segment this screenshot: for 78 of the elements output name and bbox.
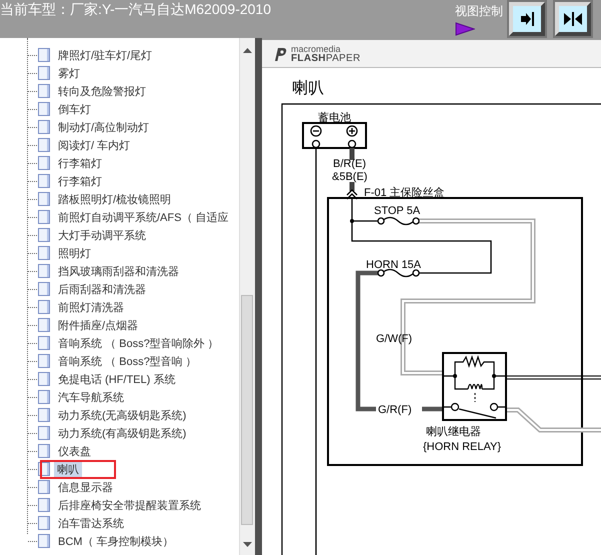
- document-icon: [38, 408, 50, 422]
- tree-item[interactable]: 信息显示器: [57, 480, 114, 494]
- document-icon: [38, 156, 50, 170]
- brand-caption: macromedia: [291, 44, 342, 54]
- document-icon: [38, 192, 50, 206]
- tree-item[interactable]: 雾灯: [57, 66, 81, 80]
- document-icon: [38, 210, 50, 224]
- tree-item[interactable]: BCM（ 车身控制模块）: [57, 534, 174, 548]
- scrollbar[interactable]: [239, 38, 255, 555]
- logo-icon: [272, 46, 288, 62]
- diagram-label: HORN 15A: [366, 259, 422, 271]
- tree-item[interactable]: 转向及危险警报灯: [57, 84, 147, 98]
- tree-item[interactable]: 泊车雷达系统: [57, 516, 125, 530]
- document-icon: [38, 228, 50, 242]
- document-icon: [38, 84, 50, 98]
- document-icon: [38, 354, 50, 368]
- document-icon: [38, 282, 50, 296]
- document-icon: [38, 516, 50, 530]
- scroll-up-icon[interactable]: [243, 48, 252, 53]
- tree-item[interactable]: 后排座椅安全带提醒装置系统: [57, 498, 202, 512]
- document-icon: [38, 336, 50, 350]
- document-icon: [38, 534, 50, 548]
- brand-name: FLASHPAPER: [291, 54, 361, 62]
- tree-item[interactable]: 倒车灯: [57, 102, 92, 116]
- expand-view-button[interactable]: [509, 2, 545, 36]
- diagram-label: 蓄电池: [318, 112, 351, 124]
- document-icon: [38, 318, 50, 332]
- document-icon: [38, 102, 50, 116]
- tree-item[interactable]: 照明灯: [57, 246, 92, 260]
- tree-item[interactable]: 挡风玻璃雨刮器和清洗器: [57, 264, 180, 278]
- document-icon: [38, 138, 50, 152]
- diagram-label: 喇叭继电器: [426, 426, 481, 438]
- tree-item[interactable]: 仪表盘: [57, 444, 92, 458]
- tree-item[interactable]: 动力系统(无高级钥匙系统): [57, 408, 188, 422]
- tree-item[interactable]: 音响系统 （ Boss?型音响除外 ）: [57, 336, 220, 350]
- document-icon: [38, 444, 50, 458]
- document-icon: [38, 174, 50, 188]
- tree-item[interactable]: 免提电话 (HF/TEL) 系统: [57, 372, 176, 386]
- document-icon: [38, 66, 50, 80]
- document-icon: [38, 300, 50, 314]
- view-control-label: 视图控制: [455, 3, 503, 20]
- document-icon: [38, 264, 50, 278]
- tree-item[interactable]: 后雨刮器和清洗器: [57, 282, 147, 296]
- tree-item[interactable]: 音响系统 （ Boss?型音响 ）: [57, 354, 198, 368]
- document-icon: [38, 426, 50, 440]
- document-icon: [38, 480, 50, 494]
- diagram-label: &5B(E): [332, 171, 368, 183]
- tree-item[interactable]: 牌照灯/驻车灯/尾灯: [57, 48, 154, 62]
- tree-item[interactable]: 前照灯自动调平系统/AFS（ 自适应: [57, 210, 230, 224]
- document-icon: [38, 246, 50, 260]
- tree-item[interactable]: 前照灯清洗器: [57, 300, 125, 314]
- tree-item[interactable]: 行李箱灯: [57, 156, 103, 170]
- tree-item[interactable]: 制动灯/高位制动灯: [57, 120, 150, 134]
- scroll-thumb[interactable]: [241, 295, 254, 525]
- tree-item[interactable]: 阅读灯/ 车内灯: [57, 138, 132, 152]
- page-title: 喇叭: [292, 78, 324, 99]
- diagram-label: F-01 主保险丝盒: [364, 187, 445, 199]
- tree-item[interactable]: 行李箱灯: [57, 174, 103, 188]
- diagram-label: B/R(E): [333, 158, 366, 170]
- tree-item[interactable]: 附件插座/点烟器: [57, 318, 140, 332]
- play-icon[interactable]: [455, 22, 475, 36]
- tree-item[interactable]: 动力系统(有高级钥匙系统): [57, 426, 188, 440]
- scroll-down-icon[interactable]: [243, 542, 252, 547]
- document-icon: [38, 372, 50, 386]
- split-view-button[interactable]: [555, 2, 591, 36]
- document-icon: [38, 48, 50, 62]
- tree-item[interactable]: 汽车导航系统: [57, 390, 125, 404]
- document-icon: [38, 498, 50, 512]
- window-title: 当前车型：厂家:Y-一汽马自达M62009-2010: [0, 1, 272, 19]
- diagram-label: {HORN RELAY}: [423, 441, 502, 453]
- diagram-label: G/R(F): [378, 404, 412, 416]
- document-icon: [38, 390, 50, 404]
- diagram-label: STOP 5A: [374, 205, 420, 217]
- tree-item[interactable]: 大灯手动调平系统: [57, 228, 147, 242]
- tree-item[interactable]: 踏板照明灯/梳妆镜照明: [57, 192, 172, 206]
- document-icon: [38, 120, 50, 134]
- tree-item[interactable]: 喇叭: [54, 462, 82, 476]
- diagram-label: G/W(F): [376, 333, 412, 345]
